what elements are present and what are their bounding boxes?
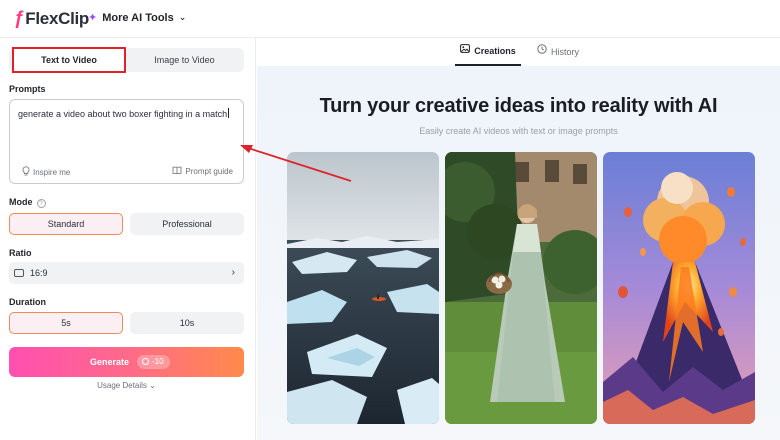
left-panel: Text to Video Image to Video Prompts gen… bbox=[0, 38, 256, 440]
volcano-image bbox=[603, 152, 755, 424]
ratio-value: 16:9 bbox=[30, 268, 48, 278]
tab-history-label: History bbox=[551, 47, 580, 57]
prompt-textarea[interactable]: generate a video about two boxer fightin… bbox=[9, 99, 244, 184]
tab-history[interactable]: History bbox=[537, 38, 579, 66]
image-icon bbox=[460, 37, 471, 65]
page-headline: Turn your creative ideas into reality wi… bbox=[319, 95, 718, 117]
sample-card-icebergs[interactable] bbox=[287, 152, 439, 424]
lightbulb-icon bbox=[22, 166, 30, 178]
credit-cost-value: -10 bbox=[152, 357, 164, 366]
mode-standard-button[interactable]: Standard bbox=[9, 213, 123, 235]
tab-creations-label: Creations bbox=[474, 46, 516, 56]
credit-icon bbox=[142, 358, 149, 365]
duration-10s-button[interactable]: 10s bbox=[130, 312, 244, 334]
main-area: Creations History Turn your creative ide… bbox=[257, 38, 780, 440]
aspect-ratio-icon bbox=[14, 269, 24, 277]
prompt-value: generate a video about two boxer fightin… bbox=[18, 109, 228, 119]
chevron-right-icon: › bbox=[231, 267, 235, 278]
chevron-down-icon: ⌄ bbox=[178, 12, 187, 22]
prompt-guide-label: Prompt guide bbox=[185, 167, 233, 176]
mode-tabs: Text to Video Image to Video bbox=[9, 47, 244, 73]
ratio-label: Ratio bbox=[9, 248, 32, 258]
mode-professional-button[interactable]: Professional bbox=[130, 213, 244, 235]
usage-details-link[interactable]: Usage Details ⌄ bbox=[0, 381, 253, 390]
usage-details-label: Usage Details bbox=[97, 381, 147, 390]
prompt-guide-button[interactable]: Prompt guide bbox=[172, 166, 233, 177]
tab-image-to-video[interactable]: Image to Video bbox=[127, 48, 242, 72]
inspire-me-label: Inspire me bbox=[33, 167, 71, 177]
mode-label: Mode? bbox=[9, 197, 46, 208]
top-bar: ƒ FlexClip ✦ More AI Tools ⌄ bbox=[0, 0, 780, 38]
logo-text: FlexClip bbox=[25, 9, 90, 28]
sample-card-volcano[interactable] bbox=[603, 152, 755, 424]
clock-icon bbox=[537, 38, 547, 66]
prompts-label: Prompts bbox=[9, 84, 46, 94]
flexclip-logo[interactable]: ƒ FlexClip bbox=[14, 8, 89, 30]
result-tabs: Creations History bbox=[257, 38, 780, 66]
tab-creations[interactable]: Creations bbox=[455, 38, 521, 66]
generate-label: Generate bbox=[90, 357, 130, 367]
sparkle-icon: ✦ bbox=[88, 12, 98, 24]
more-ai-tools-label: More AI Tools bbox=[102, 11, 174, 24]
tab-text-to-video[interactable]: Text to Video bbox=[12, 47, 126, 73]
page-subheadline: Easily create AI videos with text or ima… bbox=[419, 126, 618, 136]
help-icon[interactable]: ? bbox=[36, 199, 46, 208]
duration-label: Duration bbox=[9, 297, 46, 307]
book-icon bbox=[172, 166, 182, 177]
woman-basket-image bbox=[445, 152, 597, 424]
mode-label-text: Mode bbox=[9, 197, 33, 207]
sample-card-woman-basket[interactable] bbox=[445, 152, 597, 424]
credit-cost-badge: -10 bbox=[137, 355, 170, 369]
more-ai-tools-menu[interactable]: ✦ More AI Tools ⌄ bbox=[88, 11, 187, 25]
logo-f-icon: ƒ bbox=[14, 8, 25, 29]
duration-5s-button[interactable]: 5s bbox=[9, 312, 123, 334]
generate-button[interactable]: Generate -10 bbox=[9, 347, 244, 377]
icebergs-image bbox=[287, 152, 439, 424]
chevron-down-icon: ⌄ bbox=[149, 381, 156, 390]
inspire-me-button[interactable]: Inspire me bbox=[22, 166, 70, 178]
ratio-selector[interactable]: 16:9 › bbox=[9, 262, 244, 284]
